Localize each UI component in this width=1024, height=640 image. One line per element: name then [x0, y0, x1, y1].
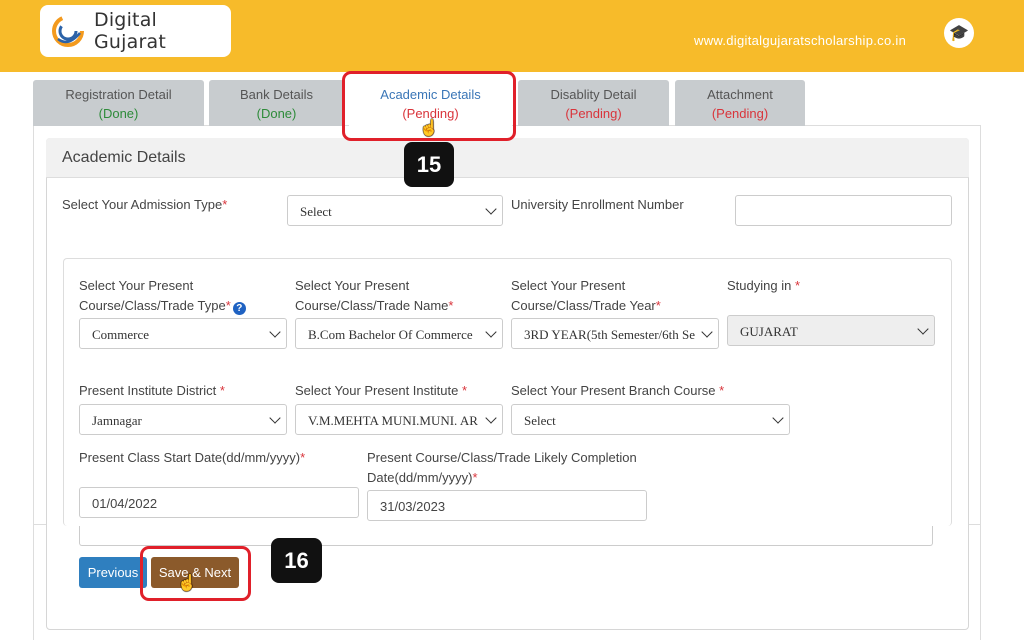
step-badge-16: 16 — [271, 538, 322, 583]
previous-button[interactable]: Previous — [79, 557, 147, 588]
chevron-down-icon — [917, 323, 929, 335]
enrollment-label: University Enrollment Number — [511, 197, 684, 212]
tab-registration-detail[interactable]: Registration Detail (Done) — [33, 80, 204, 126]
tab-highlight-box — [342, 71, 516, 141]
course-name-select[interactable]: B.Com Bachelor Of Commerce — [295, 318, 503, 349]
completion-date-label: Present Course/Class/Trade Likely Comple… — [367, 450, 637, 485]
tab-status: (Done) — [98, 106, 139, 121]
step-badge-15: 15 — [404, 142, 454, 187]
course-year-select[interactable]: 3RD YEAR(5th Semester/6th Se — [511, 318, 719, 349]
tab-label: Attachment — [707, 87, 773, 102]
course-year-label: Select Your Present Course/Class/Trade Y… — [511, 278, 661, 313]
institute-label: Select Your Present Institute * — [295, 383, 467, 398]
tab-status: (Pending) — [565, 106, 622, 121]
tab-label: Disablity Detail — [550, 87, 637, 102]
chevron-down-icon — [485, 203, 497, 215]
tab-status: (Done) — [256, 106, 297, 121]
tab-attachment[interactable]: Attachment (Pending) — [675, 80, 805, 126]
top-bar: Digital Gujarat www.digitalgujaratschola… — [0, 0, 1024, 72]
course-name-label: Select Your Present Course/Class/Trade N… — [295, 278, 454, 313]
chevron-down-icon — [269, 326, 281, 338]
tab-status: (Pending) — [711, 106, 769, 121]
tab-label: Bank Details — [240, 87, 313, 102]
institute-select[interactable]: V.M.MEHTA MUNI.MUNI. AR — [295, 404, 503, 435]
start-date-label: Present Class Start Date(dd/mm/yyyy)* — [79, 450, 306, 465]
admission-type-select[interactable]: Select — [287, 195, 503, 226]
save-highlight-box — [140, 546, 251, 601]
chevron-down-icon — [485, 412, 497, 424]
admission-type-label: Select Your Admission Type* — [62, 197, 228, 212]
course-type-label: Select Your Present Course/Class/Trade T… — [79, 276, 246, 316]
course-type-select[interactable]: Commerce — [79, 318, 287, 349]
tab-label: Registration Detail — [65, 87, 172, 102]
tab-disability-detail[interactable]: Disablity Detail (Pending) — [518, 80, 669, 126]
enrollment-input[interactable] — [735, 195, 952, 226]
tab-bank-details[interactable]: Bank Details (Done) — [209, 80, 344, 126]
textarea-bottom-edge — [79, 526, 933, 546]
studying-in-select: GUJARAT — [727, 315, 935, 346]
studying-in-label: Studying in * — [727, 278, 800, 293]
chevron-down-icon — [701, 326, 713, 338]
help-icon[interactable]: ? — [232, 302, 246, 315]
completion-date-input[interactable]: 31/03/2023 — [367, 490, 647, 521]
branch-select[interactable]: Select — [511, 404, 790, 435]
branch-label: Select Your Present Branch Course * — [511, 383, 725, 398]
logo-swirl-icon — [50, 13, 86, 49]
chevron-down-icon — [772, 412, 784, 424]
logo[interactable]: Digital Gujarat — [40, 5, 231, 57]
section-title: Academic Details — [46, 138, 969, 178]
start-date-input[interactable]: 01/04/2022 — [79, 487, 359, 518]
graduation-hat-icon: 🎓 — [944, 18, 974, 48]
district-select[interactable]: Jamnagar — [79, 404, 287, 435]
site-url[interactable]: www.digitalgujaratscholarship.co.in — [694, 33, 906, 48]
logo-text: Digital Gujarat — [94, 9, 166, 53]
chevron-down-icon — [269, 412, 281, 424]
chevron-down-icon — [485, 326, 497, 338]
district-label: Present Institute District * — [79, 383, 225, 398]
